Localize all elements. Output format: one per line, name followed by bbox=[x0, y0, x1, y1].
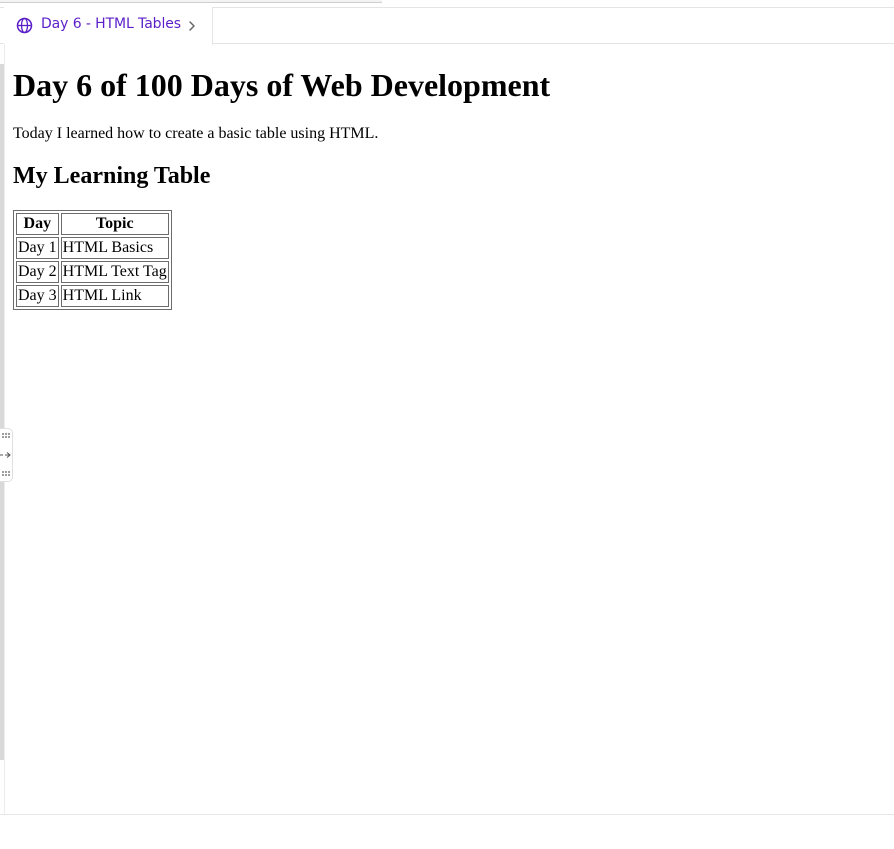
table-row: Day 2 HTML Text Tag bbox=[16, 261, 169, 283]
cell-day: Day 1 bbox=[16, 237, 59, 259]
left-scroll-rail[interactable] bbox=[0, 64, 4, 760]
cell-day: Day 2 bbox=[16, 261, 59, 283]
table-row: Day 3 HTML Link bbox=[16, 285, 169, 307]
table-row: Day 1 HTML Basics bbox=[16, 237, 169, 259]
tab-bar: Day 6 - HTML Tables bbox=[0, 7, 894, 45]
cell-day: Day 3 bbox=[16, 285, 59, 307]
table-header-row: Day Topic bbox=[16, 213, 169, 235]
column-header-day: Day bbox=[16, 213, 59, 235]
window-top-strip bbox=[0, 0, 382, 3]
tab-label: Day 6 - HTML Tables bbox=[41, 16, 181, 32]
table-heading: My Learning Table bbox=[13, 163, 211, 189]
learning-table: Day Topic Day 1 HTML Basics Day 2 HTML T… bbox=[13, 210, 172, 310]
page-title: Day 6 of 100 Days of Web Development bbox=[13, 67, 551, 103]
arrow-right-icon bbox=[0, 452, 11, 458]
cell-topic: HTML Link bbox=[60, 285, 169, 307]
side-panel-handle[interactable] bbox=[0, 428, 13, 482]
content-bottom-border bbox=[0, 814, 894, 815]
column-header-topic: Topic bbox=[60, 213, 169, 235]
cell-topic: HTML Basics bbox=[60, 237, 169, 259]
cell-topic: HTML Text Tag bbox=[60, 261, 169, 283]
chevron-right-icon[interactable] bbox=[187, 19, 197, 33]
drag-grip-icon bbox=[2, 471, 10, 476]
intro-paragraph: Today I learned how to create a basic ta… bbox=[13, 125, 379, 142]
drag-grip-icon bbox=[2, 433, 10, 438]
tab-day6-html-tables[interactable]: Day 6 - HTML Tables bbox=[4, 7, 213, 45]
globe-icon bbox=[16, 17, 33, 34]
